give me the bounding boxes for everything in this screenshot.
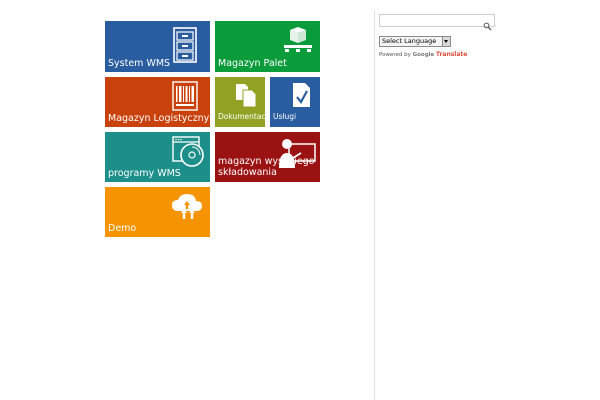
google-logo: Google [412, 52, 435, 58]
tile-label: Usługi [273, 112, 297, 121]
tile-demo[interactable]: Demo [105, 187, 210, 237]
tile-label: Dokumentacja [218, 112, 265, 121]
tile-uslugi[interactable]: Usługi [270, 77, 320, 127]
search-box [379, 14, 495, 31]
tile-label: Demo [108, 223, 137, 234]
language-select[interactable]: Select Language [379, 36, 451, 47]
search-icon[interactable] [483, 16, 492, 35]
checklist-icon [292, 82, 312, 108]
tile-label: programy WMS [108, 168, 181, 179]
search-input[interactable] [382, 15, 480, 26]
language-select-value: Select Language [382, 37, 437, 45]
powered-by-prefix: Powered by [379, 52, 411, 58]
tile-magazyn-palet[interactable]: Magazyn Palet [215, 21, 320, 72]
tile-label-line2: składowania [218, 167, 277, 178]
cloud-upload-icon [170, 193, 204, 221]
tile-programy-wms[interactable]: programy WMS [105, 132, 210, 182]
tile-magazyn-wysokiego-skladowania[interactable]: magazyn wysokiego składowania [215, 132, 320, 182]
sidebar-divider [374, 10, 375, 400]
tile-label: System WMS [108, 58, 171, 69]
tile-label-line1: magazyn wysokiego [218, 156, 315, 167]
filing-cabinet-icon [171, 26, 199, 64]
tile-dokumentacja[interactable]: Dokumentacja [215, 77, 265, 127]
chevron-down-icon[interactable] [442, 37, 450, 46]
powered-by-google-translate: Powered by Google Translate [379, 51, 467, 58]
tile-label: magazyn wysokiego składowania [218, 156, 315, 178]
translate-link[interactable]: Translate [436, 51, 467, 58]
tile-label: Magazyn Logistyczny [108, 113, 210, 124]
tile-label: Magazyn Palet [218, 58, 287, 69]
barcode-icon [172, 81, 198, 111]
tile-system-wms[interactable]: System WMS [105, 21, 210, 72]
tile-magazyn-logistyczny[interactable]: Magazyn Logistyczny [105, 77, 210, 127]
pallet-boxes-icon [282, 26, 314, 54]
documents-icon [234, 82, 258, 108]
software-disc-icon [172, 135, 206, 169]
